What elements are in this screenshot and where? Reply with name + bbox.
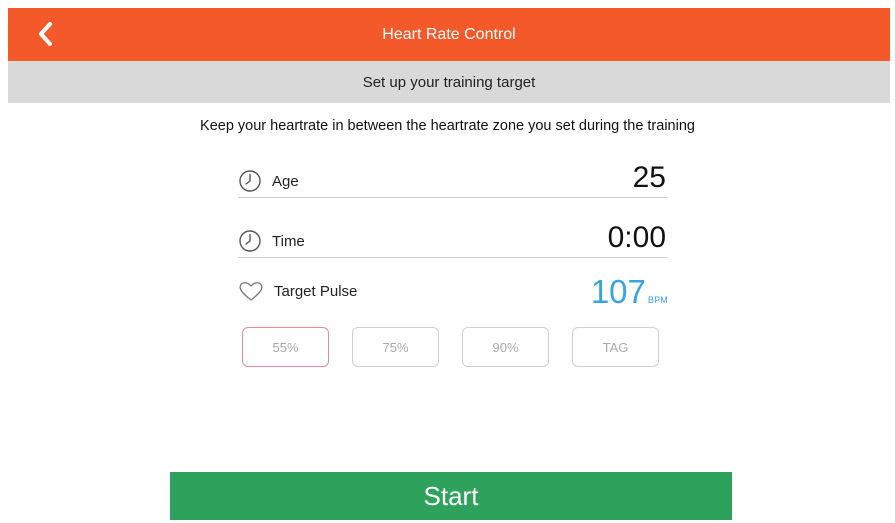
- time-field[interactable]: Time 0:00: [238, 218, 668, 258]
- chevron-left-icon: [39, 22, 52, 46]
- instructions-text: Keep your heartrate in between the heart…: [200, 118, 695, 134]
- zone-button-75[interactable]: 75%: [352, 327, 439, 367]
- target-pulse-field: Target Pulse 107 BPM: [238, 272, 668, 308]
- app-bar: Heart Rate Control: [8, 8, 890, 61]
- start-button-label: Start: [423, 480, 479, 511]
- time-label-group: Time: [238, 229, 305, 253]
- subheader-text: Set up your training target: [362, 73, 536, 91]
- target-pulse-label-group: Target Pulse: [238, 280, 357, 308]
- clock-icon: [239, 170, 261, 192]
- age-value: 25: [632, 161, 666, 194]
- zone-button-label: TAG: [602, 339, 629, 355]
- age-label-group: Age: [238, 169, 299, 193]
- zone-button-90[interactable]: 90%: [462, 327, 549, 367]
- target-pulse-unit: BPM: [647, 295, 668, 305]
- time-value: 0:00: [607, 221, 666, 254]
- zone-button-group: 55% 75% 90% TAG: [242, 327, 659, 367]
- zone-button-label: 55%: [272, 339, 299, 355]
- clock-icon: [239, 230, 261, 252]
- target-pulse-value: 107: [590, 273, 646, 310]
- page-title: Heart Rate Control: [382, 25, 516, 43]
- zone-button-55[interactable]: 55%: [242, 327, 329, 367]
- time-label: Time: [272, 232, 305, 250]
- back-button[interactable]: [28, 16, 64, 52]
- zone-button-label: 75%: [382, 339, 409, 355]
- start-button[interactable]: Start: [170, 472, 732, 520]
- heart-icon: [239, 282, 263, 301]
- target-pulse-value-group: 107 BPM: [591, 275, 668, 308]
- zone-button-label: 90%: [492, 339, 519, 355]
- zone-button-tag[interactable]: TAG: [572, 327, 659, 367]
- target-pulse-label: Target Pulse: [274, 282, 358, 300]
- subheader: Set up your training target: [8, 61, 890, 103]
- age-label: Age: [272, 172, 299, 190]
- age-field[interactable]: Age 25: [238, 158, 668, 198]
